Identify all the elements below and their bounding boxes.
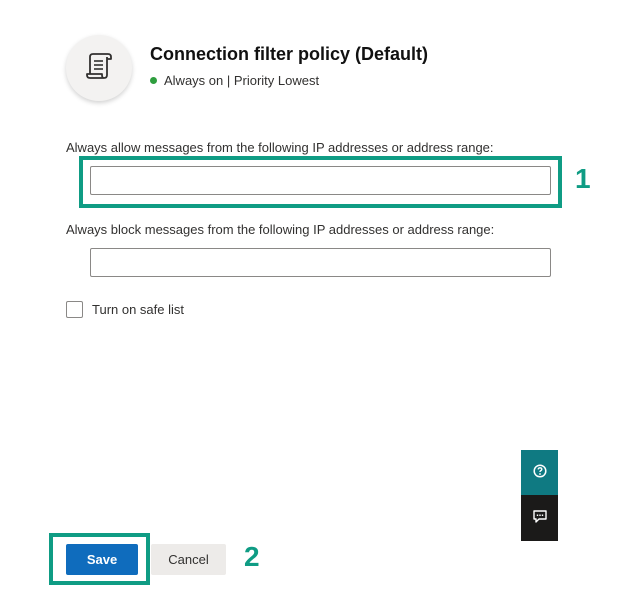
help-icon (532, 463, 547, 483)
safe-list-checkbox[interactable] (66, 301, 83, 318)
block-ip-label: Always block messages from the following… (66, 222, 495, 237)
scroll-icon (84, 50, 114, 87)
status-dot-icon (150, 77, 157, 84)
save-button[interactable]: Save (66, 544, 138, 575)
cancel-button[interactable]: Cancel (151, 544, 226, 575)
callout-number-2: 2 (244, 541, 260, 572)
safe-list-row[interactable]: Turn on safe list (66, 301, 184, 318)
status-line: Always on | Priority Lowest (150, 73, 319, 88)
allow-ip-input[interactable] (90, 166, 551, 195)
help-button[interactable] (521, 450, 558, 496)
safe-list-label: Turn on safe list (92, 302, 185, 317)
policy-icon-badge (66, 35, 132, 101)
allow-ip-label: Always allow messages from the following… (66, 140, 494, 155)
block-ip-input[interactable] (90, 248, 551, 277)
callout-number-1: 1 (575, 163, 591, 194)
feedback-icon (532, 508, 548, 529)
page-title: Connection filter policy (Default) (150, 44, 429, 64)
feedback-button[interactable] (521, 495, 558, 541)
status-text: Always on | Priority Lowest (164, 73, 320, 88)
